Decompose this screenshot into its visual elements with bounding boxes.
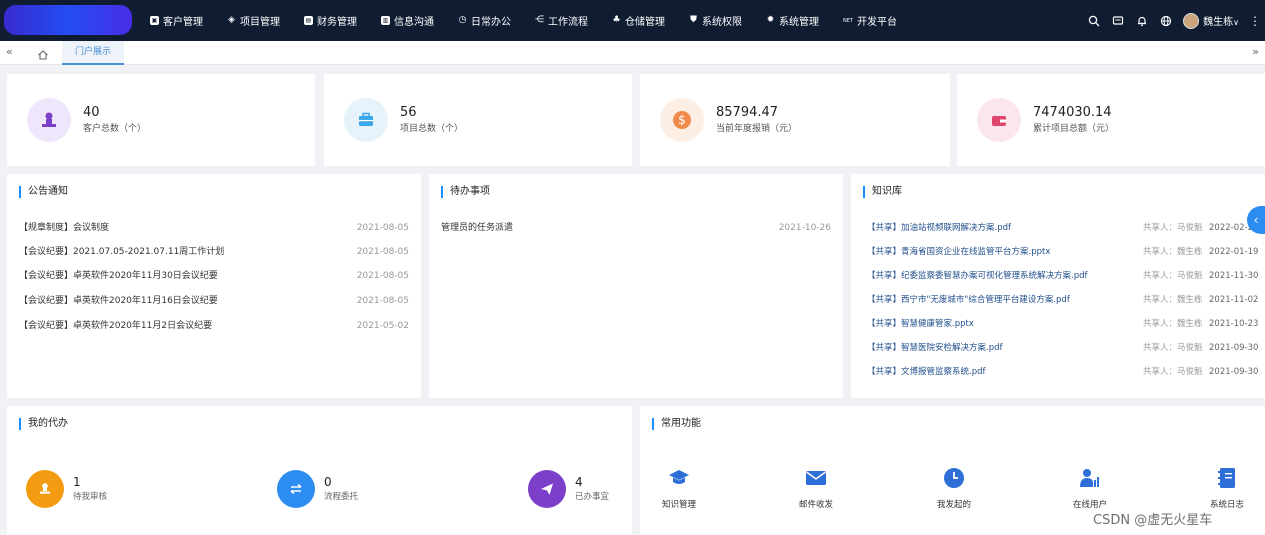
graduation-cap-icon <box>668 467 690 489</box>
func-mail[interactable]: 邮件收发 <box>786 467 846 510</box>
warehouse-icon: ♣ <box>612 15 621 25</box>
user-menu[interactable]: 魏生栋∨ <box>1203 13 1239 28</box>
panel-title: 公告通知 <box>19 186 68 198</box>
clock-icon <box>943 467 965 489</box>
mail-icon <box>805 467 827 489</box>
globe-icon[interactable] <box>1159 14 1173 28</box>
func-initiated[interactable]: 我发起的 <box>924 467 984 510</box>
list-item[interactable]: 【共享】西宁市"无废城市"综合管理平台建设方案.pdf 共享人：魏生栋 2021-1… <box>851 293 1265 307</box>
wallet-icon <box>977 98 1021 142</box>
task-pending-review[interactable]: 1 待我审核 <box>26 470 107 508</box>
knowledge-panel: 知识库 【共享】加油站视频联网解决方案.pdf 共享人：马俊魁 2022-02-23… <box>851 174 1265 398</box>
tabs-bar: « 门户展示 » <box>0 41 1265 65</box>
list-item[interactable]: 【共享】文博报管监察系统.pdf 共享人：马俊魁 2021-09-30 <box>851 365 1265 379</box>
project-icon: ◈ <box>228 15 235 25</box>
stat-label: 项目总数（个） <box>400 124 464 134</box>
main-menu: ▣ 客户管理 ◈ 项目管理 ▤ 财务管理 ▥ 信息沟通 ◷ 日常办公 ⋲ 工作流程 ♣ 仓储管… <box>150 0 921 41</box>
list-item[interactable]: 【共享】智慧医院安检解决方案.pdf 共享人：马俊魁 2021-09-30 <box>851 341 1265 355</box>
notice-panel: 公告通知 【规章制度】会议制度 2021-08-05 【会议纪要】2021.07.… <box>7 174 421 398</box>
scroll-left-icon[interactable]: « <box>6 45 13 58</box>
log-book-icon <box>1216 467 1238 489</box>
menu-item-message[interactable]: ▥ 信息沟通 <box>381 13 434 28</box>
panel-title: 我的代办 <box>19 418 68 430</box>
list-item[interactable]: 【会议纪要】卓英软件2020年11月30日会议纪要 2021-08-05 <box>7 269 421 283</box>
clock-icon: ◷ <box>458 15 467 25</box>
list-item[interactable]: 【共享】加油站视频联网解决方案.pdf 共享人：马俊魁 2022-02-23 <box>851 221 1265 235</box>
menu-item-office[interactable]: ◷ 日常办公 <box>458 13 511 29</box>
list-item[interactable]: 【共享】智慧健康管家.pptx 共享人：魏生栋 2021-10-23 <box>851 317 1265 331</box>
stat-card-projects: 56 项目总数（个） <box>324 74 632 166</box>
dollar-icon: $ <box>660 98 704 142</box>
customer-icon: ▣ <box>150 16 159 25</box>
stat-value: 40 <box>83 105 100 120</box>
task-done[interactable]: 4 已办事宜 <box>528 470 609 508</box>
list-item[interactable]: 管理员的任务派遣 2021-10-26 <box>429 221 843 235</box>
todo-panel: 待办事项 管理员的任务派遣 2021-10-26 <box>429 174 843 398</box>
top-navbar: ▣ 客户管理 ◈ 项目管理 ▤ 财务管理 ▥ 信息沟通 ◷ 日常办公 ⋲ 工作流程 ♣ 仓储管… <box>0 0 1265 41</box>
net-icon: NET <box>843 17 853 24</box>
finance-icon: ▤ <box>304 16 313 25</box>
menu-item-devplatform[interactable]: NET 开发平台 <box>843 13 897 28</box>
avatar[interactable] <box>1183 12 1200 29</box>
list-item[interactable]: 【共享】青海省国资企业在线监管平台方案.pptx 共享人：魏生栋 2022-01-1… <box>851 245 1265 259</box>
flow-icon: ⋲ <box>535 15 544 25</box>
list-item[interactable]: 【会议纪要】2021.07.05-2021.07.11周工作计划 2021-08-… <box>7 245 421 259</box>
panel-title: 待办事项 <box>441 186 490 198</box>
transfer-icon <box>277 470 315 508</box>
search-icon[interactable] <box>1087 14 1101 28</box>
scroll-right-icon[interactable]: » <box>1252 45 1259 58</box>
menu-item-warehouse[interactable]: ♣ 仓储管理 <box>612 13 665 29</box>
bell-icon[interactable] <box>1135 14 1149 28</box>
stat-label: 当前年度报销（元） <box>716 124 798 134</box>
func-system-log[interactable]: 系统日志 <box>1197 467 1257 510</box>
menu-item-project[interactable]: ◈ 项目管理 <box>227 13 280 29</box>
stat-value: 56 <box>400 105 417 120</box>
stat-label: 累计项目总额（元） <box>1033 124 1115 134</box>
list-item[interactable]: 【规章制度】会议制度 2021-08-05 <box>7 221 421 235</box>
chat-icon[interactable] <box>1111 14 1125 28</box>
panel-title: 常用功能 <box>652 418 701 430</box>
menu-item-workflow[interactable]: ⋲ 工作流程 <box>535 13 588 29</box>
list-item[interactable]: 【共享】纪委监察委智慧办案可视化管理系统解决方案.pdf 共享人：马俊魁 2021-… <box>851 269 1265 283</box>
menu-item-system[interactable]: ✹ 系统管理 <box>766 13 819 29</box>
stamp-icon <box>26 470 64 508</box>
send-icon <box>528 470 566 508</box>
func-online-users[interactable]: 在线用户 <box>1060 467 1120 510</box>
gear-icon: ✹ <box>766 15 775 25</box>
svg-text:$: $ <box>678 113 686 127</box>
menu-item-finance[interactable]: ▤ 财务管理 <box>304 13 357 28</box>
message-icon: ▥ <box>381 16 390 25</box>
menu-item-customer[interactable]: ▣ 客户管理 <box>150 13 203 28</box>
stat-value: 85794.47 <box>716 105 779 120</box>
logo[interactable] <box>4 5 132 35</box>
my-tasks-panel: 我的代办 1 待我审核 0 流程委托 4 已办事宜 <box>7 406 632 535</box>
customer-stat-icon <box>27 98 71 142</box>
list-item[interactable]: 【会议纪要】卓英软件2020年11月2日会议纪要 2021-05-02 <box>7 319 421 333</box>
user-chart-icon <box>1079 467 1101 489</box>
menu-item-permission[interactable]: ⛊ 系统权限 <box>689 13 742 29</box>
func-knowledge[interactable]: 知识管理 <box>649 467 709 510</box>
briefcase-icon <box>344 98 388 142</box>
shield-icon: ⛊ <box>690 15 697 25</box>
stat-card-project-total: 7474030.14 累计项目总额（元） <box>957 74 1265 166</box>
task-delegation[interactable]: 0 流程委托 <box>277 470 358 508</box>
stat-card-reimbursement: $ 85794.47 当前年度报销（元） <box>640 74 950 166</box>
stat-value: 7474030.14 <box>1033 105 1112 120</box>
chevron-down-icon: ∨ <box>1233 18 1239 27</box>
tab-portal[interactable]: 门户展示 <box>62 41 124 65</box>
stat-label: 客户总数（个） <box>83 124 147 134</box>
home-icon[interactable] <box>37 46 49 60</box>
top-right-tools: 魏生栋∨ ⋮ <box>1087 0 1265 41</box>
list-item[interactable]: 【会议纪要】卓英软件2020年11月16日会议纪要 2021-08-05 <box>7 294 421 308</box>
stat-card-customers: 40 客户总数（个） <box>7 74 315 166</box>
panel-title: 知识库 <box>863 186 902 198</box>
watermark: CSDN @虚无火星车 <box>1093 513 1213 528</box>
more-vertical-icon[interactable]: ⋮ <box>1249 14 1261 28</box>
